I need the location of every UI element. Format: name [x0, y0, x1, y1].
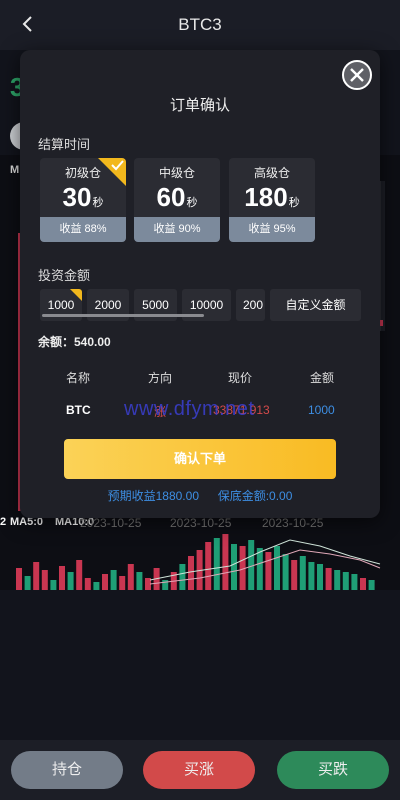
expected-gain-line: 预期收益1880.00 保底金额:0.00 [20, 487, 380, 504]
invest-amount-label: 投资金额 [38, 268, 91, 283]
volume-bar [102, 574, 108, 590]
volume-bar [222, 534, 229, 590]
date-tick: 2023-10-25 [80, 516, 142, 530]
buy-down-button[interactable]: 买跌 [277, 751, 389, 789]
tier-junior[interactable]: 初级仓 30秒 收益 88% [40, 158, 126, 242]
volume-bar [368, 580, 375, 590]
amount-scrollbar[interactable] [42, 314, 204, 317]
watermark: www.dfym.net [124, 398, 255, 420]
col-header-price: 现价 [228, 371, 253, 385]
volume-bar [231, 544, 237, 590]
tier-seconds: 60秒 [156, 182, 198, 212]
volume-bar [291, 560, 298, 590]
col-header-name: 名称 [66, 371, 91, 385]
margin-amount: 保底金额:0.00 [217, 489, 293, 503]
background-ma-label: M [10, 164, 20, 176]
hold-button[interactable]: 持仓 [11, 751, 123, 789]
ma-prefix-digit: 2 [0, 516, 7, 528]
expected-gain: 预期收益1880.00 [107, 489, 199, 503]
volume-bar [282, 554, 289, 590]
settle-time-label: 结算时间 [38, 137, 91, 152]
volume-bar [317, 564, 323, 590]
close-icon [350, 68, 364, 82]
volume-bar [136, 572, 143, 590]
volume-bar [110, 570, 117, 590]
volume-bar [93, 582, 100, 590]
date-tick: 2023-10-25 [170, 516, 232, 530]
check-icon [111, 160, 124, 171]
selected-corner [70, 289, 82, 301]
volume-bar [50, 580, 57, 590]
custom-amount-button[interactable]: 自定义金额 [270, 289, 361, 321]
confirm-order-button[interactable]: 确认下单 [64, 439, 336, 479]
row-name: BTC [66, 403, 91, 417]
modal-title: 订单确认 [169, 97, 230, 114]
close-button[interactable] [342, 60, 372, 90]
volume-bar [213, 538, 220, 590]
volume-bar [67, 572, 74, 590]
tier-middle[interactable]: 中级仓 60秒 收益 90% [134, 158, 220, 242]
volume-bar [127, 564, 134, 590]
volume-bars [16, 534, 381, 590]
volume-bar [308, 562, 315, 590]
volume-bar [248, 540, 255, 590]
volume-bar [16, 568, 22, 590]
volume-bar [342, 572, 349, 590]
tier-gain: 收益 90% [134, 217, 220, 242]
volume-bar [351, 574, 358, 590]
volume-bar [205, 542, 212, 590]
volume-bar [59, 566, 65, 590]
volume-bar [33, 562, 40, 590]
volume-bar [299, 556, 306, 590]
tier-senior[interactable]: 高级仓 180秒 收益 95% [229, 158, 315, 242]
col-header-direction: 方向 [148, 371, 173, 385]
volume-bar [24, 576, 31, 590]
date-tick: 2023-10-25 [262, 516, 324, 530]
buy-up-button[interactable]: 买涨 [143, 751, 255, 789]
tier-name: 高级仓 [253, 166, 290, 180]
volume-bar [265, 552, 272, 590]
row-amount: 1000 [308, 403, 335, 417]
tier-gain: 收益 88% [40, 217, 126, 242]
volume-bar [334, 570, 341, 590]
page-title: BTC3 [178, 15, 222, 34]
col-header-amount: 金额 [310, 371, 335, 385]
volume-bar [274, 546, 280, 590]
volume-bar [119, 576, 126, 590]
volume-bar [325, 568, 332, 590]
top-bar: BTC3 [0, 0, 400, 50]
tier-seconds: 30秒 [62, 182, 104, 212]
kline-right-strip [380, 181, 385, 331]
volume-bar [41, 570, 48, 590]
volume-bar [84, 578, 91, 590]
volume-bar [360, 578, 366, 590]
volume-bar [179, 564, 186, 590]
volume-bar [76, 560, 83, 590]
balance-text: 余额：540.00 [38, 335, 111, 349]
kline-candle [380, 320, 383, 326]
amount-option-partial[interactable]: 200 [236, 289, 265, 321]
tier-seconds: 180秒 [244, 182, 300, 212]
tier-gain: 收益 95% [229, 217, 315, 242]
volume-bar [188, 556, 194, 590]
volume-bar [256, 548, 263, 590]
tier-name: 中级仓 [158, 166, 195, 180]
